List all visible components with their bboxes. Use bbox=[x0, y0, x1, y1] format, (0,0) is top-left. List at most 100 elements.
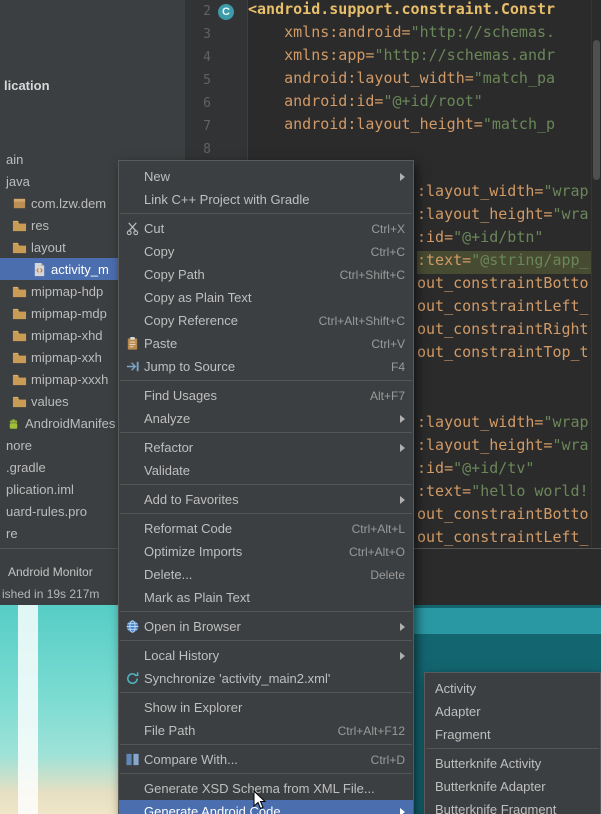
menu-item-copy-reference[interactable]: Copy Reference Ctrl+Alt+Shift+C bbox=[119, 309, 413, 332]
code-line[interactable]: <android.support.constraint.Constr bbox=[248, 0, 592, 23]
code-fragment-line: :id="@+id/tv" bbox=[417, 459, 592, 482]
menu-item-icon-slot bbox=[124, 567, 141, 583]
code-fragment-line: :text="hello world! bbox=[417, 482, 592, 505]
tree-item-label: uard-rules.pro bbox=[6, 503, 87, 519]
code-segment: "@+id/btn" bbox=[453, 228, 544, 246]
menu-item-optimize-imports[interactable]: Optimize Imports Ctrl+Alt+O bbox=[119, 540, 413, 563]
tree-item-label: mipmap-mdp bbox=[31, 305, 107, 321]
component-icon[interactable]: C bbox=[218, 3, 234, 20]
code-segment: "http://schemas. bbox=[410, 23, 556, 41]
code-line[interactable] bbox=[248, 138, 592, 161]
menu-item-file-path[interactable]: File Path Ctrl+Alt+F12 bbox=[119, 719, 413, 742]
status-strip-editor-area bbox=[414, 549, 601, 606]
code-line[interactable]: android:layout_height="match_p bbox=[248, 115, 592, 138]
menu-item-butterknife-activity[interactable]: Butterknife Activity bbox=[425, 752, 600, 775]
menu-item-label: Mark as Plain Text bbox=[144, 590, 250, 605]
folder-icon bbox=[12, 240, 27, 255]
menu-item-find-usages[interactable]: Find Usages Alt+F7 bbox=[119, 384, 413, 407]
menu-item-new[interactable]: New bbox=[119, 165, 413, 188]
menu-item-validate[interactable]: Validate bbox=[119, 459, 413, 482]
code-segment: "http://schemas.andr bbox=[374, 46, 556, 64]
code-line[interactable]: xmlns:app="http://schemas.andr bbox=[248, 46, 592, 69]
menu-item-right: Delete bbox=[370, 568, 405, 582]
android-monitor-label[interactable]: Android Monitor bbox=[8, 565, 93, 579]
menu-item-label: Butterknife Activity bbox=[435, 756, 542, 771]
code-fragment-group-textview: :layout_width="wrap:layout_height="wra:i… bbox=[417, 413, 592, 548]
menu-item-icon-slot bbox=[124, 192, 141, 208]
menu-item-fragment[interactable]: Fragment bbox=[425, 723, 600, 746]
menu-item-copy-path[interactable]: Copy Path Ctrl+Shift+C bbox=[119, 263, 413, 286]
folder-icon bbox=[12, 306, 27, 321]
menu-item-refactor[interactable]: Refactor bbox=[119, 436, 413, 459]
folder-icon bbox=[12, 372, 27, 387]
menu-item-analyze[interactable]: Analyze bbox=[119, 407, 413, 430]
menu-item-link-c-project-with-gradle[interactable]: Link C++ Project with Gradle bbox=[119, 188, 413, 211]
tree-item-label: mipmap-xxh bbox=[31, 349, 102, 365]
menu-item-label: Show in Explorer bbox=[144, 700, 243, 715]
code-line[interactable]: xmlns:android="http://schemas. bbox=[248, 23, 592, 46]
menu-item-copy[interactable]: Copy Ctrl+C bbox=[119, 240, 413, 263]
menu-item-local-history[interactable]: Local History bbox=[119, 644, 413, 667]
menu-item-icon-slot bbox=[124, 544, 141, 560]
menu-item-butterknife-fragment[interactable]: Butterknife Fragment bbox=[425, 798, 600, 814]
menu-item-add-to-favorites[interactable]: Add to Favorites bbox=[119, 488, 413, 511]
menu-item-butterknife-adapter[interactable]: Butterknife Adapter bbox=[425, 775, 600, 798]
code-segment: <android.support.constraint.Constr bbox=[248, 0, 556, 18]
menu-item-cut[interactable]: Cut Ctrl+X bbox=[119, 217, 413, 240]
submenu-arrow-icon bbox=[400, 414, 405, 423]
editor-scrollbar[interactable] bbox=[591, 0, 601, 548]
code-segment: "match_pa bbox=[473, 69, 556, 87]
tree-item-label: mipmap-xhd bbox=[31, 327, 103, 343]
menu-item-label: Open in Browser bbox=[144, 619, 241, 634]
menu-item-show-in-explorer[interactable]: Show in Explorer bbox=[119, 696, 413, 719]
menu-item-icon-slot bbox=[124, 244, 141, 260]
tree-item-label: .gradle bbox=[6, 459, 46, 475]
menu-shortcut: Ctrl+Alt+Shift+C bbox=[318, 313, 405, 328]
menu-item-synchronize-activity-main2-xml[interactable]: Synchronize 'activity_main2.xml' bbox=[119, 667, 413, 690]
menu-item-label: Validate bbox=[144, 463, 191, 478]
menu-item-label: File Path bbox=[144, 723, 196, 738]
menu-item-label: Analyze bbox=[144, 411, 191, 426]
menu-item-right: Ctrl+Alt+F12 bbox=[338, 724, 405, 738]
menu-item-paste[interactable]: Paste Ctrl+V bbox=[119, 332, 413, 355]
code-segment: "wra bbox=[552, 436, 589, 454]
menu-item-right: Ctrl+Alt+O bbox=[349, 545, 405, 559]
menu-item-delete[interactable]: Delete... Delete bbox=[119, 563, 413, 586]
code-line[interactable]: android:layout_width="match_pa bbox=[248, 69, 592, 92]
menu-item-icon-slot bbox=[124, 804, 141, 814]
menu-item-activity[interactable]: Activity bbox=[425, 677, 600, 700]
code-segment: out_constraintLeft_ bbox=[417, 528, 589, 546]
menu-item-right: Ctrl+D bbox=[371, 753, 405, 767]
menu-item-icon-slot bbox=[124, 492, 141, 508]
folder-icon bbox=[12, 350, 27, 365]
code-segment: :text= bbox=[417, 251, 472, 269]
scrollbar-thumb[interactable] bbox=[593, 40, 600, 180]
gutter-line: 8 bbox=[185, 138, 247, 161]
tree-item-label: mipmap-hdp bbox=[31, 283, 104, 299]
tree-item-label: mipmap-xxxh bbox=[31, 371, 109, 387]
menu-item-adapter[interactable]: Adapter bbox=[425, 700, 600, 723]
line-number: 8 bbox=[203, 142, 211, 157]
module-label: lication bbox=[4, 78, 50, 93]
menu-item-copy-as-plain-text[interactable]: Copy as Plain Text bbox=[119, 286, 413, 309]
code-line[interactable]: android:id="@+id/root" bbox=[248, 92, 592, 115]
code-segment: out_constraintLeft_ bbox=[417, 297, 589, 315]
menu-item-open-in-browser[interactable]: Open in Browser bbox=[119, 615, 413, 638]
menu-item-icon-slot bbox=[124, 521, 141, 537]
code-segment: "match_p bbox=[482, 115, 556, 133]
gutter-line: 7 bbox=[185, 115, 247, 138]
menu-item-jump-to-source[interactable]: Jump to Source F4 bbox=[119, 355, 413, 378]
code-segment: out_constraintRight bbox=[417, 320, 589, 338]
menu-item-icon-slot bbox=[124, 313, 141, 329]
gutter-line: 3 bbox=[185, 23, 247, 46]
menu-item-icon-slot bbox=[124, 267, 141, 283]
menu-separator bbox=[120, 432, 412, 433]
menu-item-mark-as-plain-text[interactable]: Mark as Plain Text bbox=[119, 586, 413, 609]
menu-item-compare-with[interactable]: Compare With... Ctrl+D bbox=[119, 748, 413, 771]
menu-item-reformat-code[interactable]: Reformat Code Ctrl+Alt+L bbox=[119, 517, 413, 540]
code-segment: "wrap bbox=[543, 413, 589, 431]
